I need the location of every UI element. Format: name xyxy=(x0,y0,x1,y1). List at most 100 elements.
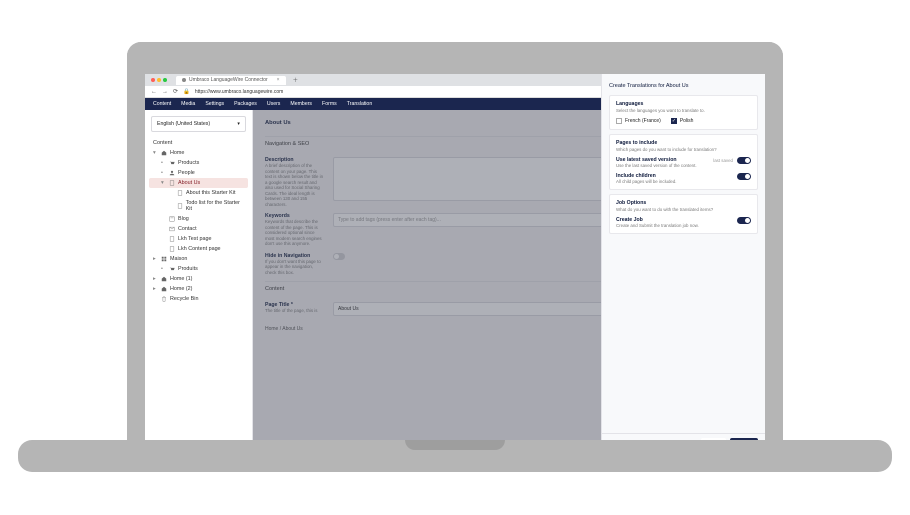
tree-node-about-this-starter-kit[interactable]: About this Starter Kit xyxy=(149,188,248,198)
translation-panel: Create Translations for About Us Languag… xyxy=(601,74,765,452)
window-controls[interactable] xyxy=(151,78,167,82)
checkbox-polish[interactable]: Polish xyxy=(671,118,694,124)
close-icon[interactable] xyxy=(151,78,155,82)
laptop-base xyxy=(18,440,892,472)
doc-icon xyxy=(177,203,183,209)
job-heading: Job Options xyxy=(616,200,751,206)
laptop-frame: Umbraco LanguageWire Connector × ＋ ← → ⟳… xyxy=(0,0,910,515)
tree-node-label: Lkh Test page xyxy=(178,236,211,242)
tree-node-label: Products xyxy=(178,160,199,166)
sidebar-section-label: Content xyxy=(145,132,252,148)
tree-node-maison[interactable]: ▸ Maison xyxy=(149,254,248,264)
favicon-icon xyxy=(182,78,186,82)
tree-node-label: Home (2) xyxy=(170,286,192,292)
back-icon[interactable]: ← xyxy=(151,89,157,95)
new-tab-button[interactable]: ＋ xyxy=(289,76,303,84)
nav-settings[interactable]: Settings xyxy=(205,101,224,107)
tree-node-produits[interactable]: • Produits xyxy=(149,264,248,274)
doc-icon xyxy=(169,236,175,242)
bin-icon xyxy=(161,296,167,302)
tree-node-label: Home (1) xyxy=(170,276,192,282)
caret-icon: ▾ xyxy=(153,150,158,156)
nav-users[interactable]: Users xyxy=(267,101,281,107)
option-latest-version: Use latest saved versionUse the last sav… xyxy=(616,157,751,168)
tree-node-label: Lkh Content page xyxy=(178,246,221,252)
pages-sub: Which pages do you want to include for t… xyxy=(616,147,751,152)
cart-icon xyxy=(169,266,175,272)
caret-icon: • xyxy=(161,160,166,166)
close-tab-icon[interactable]: × xyxy=(277,77,280,83)
tree-node-label: Home xyxy=(170,150,184,156)
tree-node-label: Maison xyxy=(170,256,187,262)
languages-sub: Select the languages you want to transla… xyxy=(616,108,751,113)
app-root: Content Media Settings Packages Users Me… xyxy=(145,98,765,452)
home-icon xyxy=(161,286,167,292)
card-pages: Pages to include Which pages do you want… xyxy=(609,134,758,190)
doc-icon xyxy=(169,246,175,252)
nav-packages[interactable]: Packages xyxy=(234,101,257,107)
tree-node-home[interactable]: ▾ Home xyxy=(149,148,248,158)
grid-icon xyxy=(161,256,167,262)
checkbox-french[interactable]: French (France) xyxy=(616,118,661,124)
sidebar: English (United States) ▾ Content ▾ Home •… xyxy=(145,110,253,452)
tree-node-todo-list-for-the-starter-kit[interactable]: Todo list for the Starter Kit xyxy=(149,198,248,214)
tree-node-label: People xyxy=(178,170,195,176)
tree-node-about-us[interactable]: ▾ About Us xyxy=(149,178,248,188)
contact-icon xyxy=(169,226,175,232)
tree-node-label: Contact xyxy=(178,226,197,232)
latest-toggle[interactable] xyxy=(737,157,751,164)
reload-icon[interactable]: ⟳ xyxy=(173,88,178,95)
forward-icon[interactable]: → xyxy=(162,89,168,95)
nav-members[interactable]: Members xyxy=(290,101,312,107)
tree-node-contact[interactable]: Contact xyxy=(149,224,248,234)
lock-icon: 🔒 xyxy=(183,89,190,95)
screen: Umbraco LanguageWire Connector × ＋ ← → ⟳… xyxy=(127,42,783,452)
french-label: French (France) xyxy=(625,118,661,124)
nav-translation[interactable]: Translation xyxy=(347,101,372,107)
language-selector[interactable]: English (United States) ▾ xyxy=(151,116,246,132)
nav-media[interactable]: Media xyxy=(181,101,195,107)
createjob-sub: Create and Submit the translation job no… xyxy=(616,223,699,228)
tree-node-recycle-bin[interactable]: Recycle Bin xyxy=(149,294,248,304)
createjob-toggle[interactable] xyxy=(737,217,751,224)
caret-icon: ▸ xyxy=(153,286,158,292)
nav-forms[interactable]: Forms xyxy=(322,101,337,107)
browser-tab[interactable]: Umbraco LanguageWire Connector × xyxy=(176,76,286,85)
home-icon xyxy=(161,150,167,156)
latest-sub: Use the last saved version of the conten… xyxy=(616,163,697,168)
app-body: English (United States) ▾ Content ▾ Home •… xyxy=(145,110,765,452)
tree-node-label: Produits xyxy=(178,266,198,272)
card-languages: Languages Select the languages you want … xyxy=(609,95,758,130)
tab-title: Umbraco LanguageWire Connector xyxy=(189,77,268,83)
caret-icon: ▸ xyxy=(153,276,158,282)
tree-node-label: Todo list for the Starter Kit xyxy=(186,200,244,212)
tree-node-label: Blog xyxy=(178,216,189,222)
latest-aside: last saved xyxy=(713,158,733,163)
people-icon xyxy=(169,170,175,176)
caret-icon: ▾ xyxy=(161,180,166,186)
tree-node-products[interactable]: • Products xyxy=(149,158,248,168)
tree-node-label: Recycle Bin xyxy=(170,296,198,302)
children-toggle[interactable] xyxy=(737,173,751,180)
tree-node-home-2-[interactable]: ▸ Home (2) xyxy=(149,284,248,294)
chevron-down-icon: ▾ xyxy=(237,121,240,127)
blog-icon xyxy=(169,216,175,222)
children-sub: All child pages will be included. xyxy=(616,179,677,184)
maximize-icon[interactable] xyxy=(163,78,167,82)
job-sub: What do you want to do with the translat… xyxy=(616,207,751,212)
nav-content[interactable]: Content xyxy=(153,101,171,107)
language-label: English (United States) xyxy=(157,121,210,127)
tree-node-blog[interactable]: Blog xyxy=(149,214,248,224)
home-icon xyxy=(161,276,167,282)
tree-node-home-1-[interactable]: ▸ Home (1) xyxy=(149,274,248,284)
caret-icon: • xyxy=(161,266,166,272)
tree-node-lkh-test-page[interactable]: Lkh Test page xyxy=(149,234,248,244)
minimize-icon[interactable] xyxy=(157,78,161,82)
pages-heading: Pages to include xyxy=(616,140,751,146)
tree-node-lkh-content-page[interactable]: Lkh Content page xyxy=(149,244,248,254)
caret-icon: ▸ xyxy=(153,256,158,262)
tree-node-label: About Us xyxy=(178,180,200,186)
tree-node-people[interactable]: •People xyxy=(149,168,248,178)
cart-icon xyxy=(169,160,175,166)
panel-title: Create Translations for About Us xyxy=(609,80,758,95)
